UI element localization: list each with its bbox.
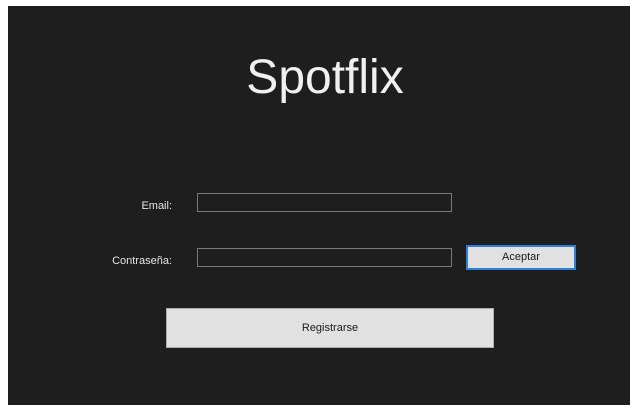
login-window: Spotflix Email: Contraseña: Aceptar Regi… — [8, 6, 630, 405]
email-input[interactable] — [197, 193, 452, 212]
password-input[interactable] — [197, 248, 452, 267]
register-button[interactable]: Registrarse — [166, 308, 494, 348]
email-label: Email: — [141, 200, 172, 212]
app-title: Spotflix — [246, 51, 404, 104]
password-label: Contraseña: — [112, 255, 172, 267]
accept-button[interactable]: Aceptar — [466, 245, 576, 270]
